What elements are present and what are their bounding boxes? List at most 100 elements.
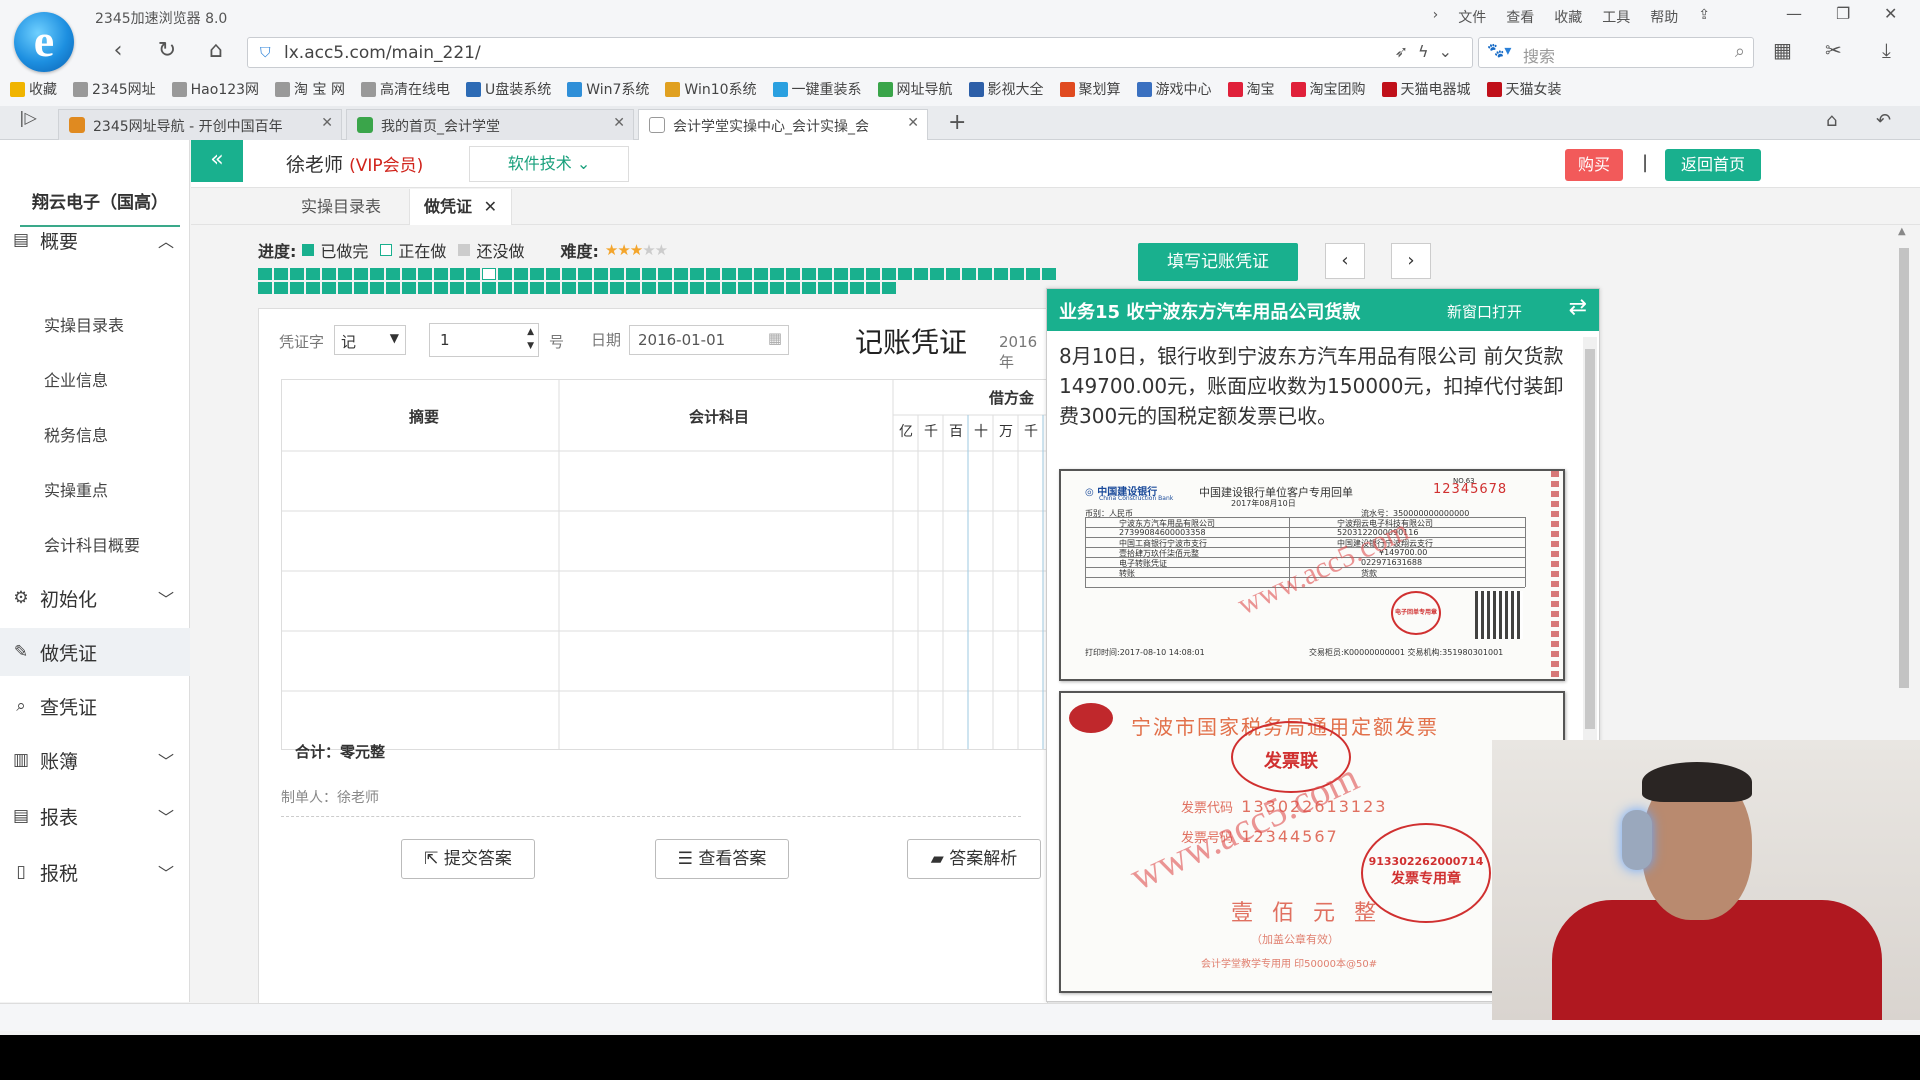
tab-close-icon[interactable]: ✕ [321,115,333,131]
progress-cell[interactable] [466,268,480,280]
progress-cell[interactable] [402,268,416,280]
sidebar-item-tax[interactable]: ▯ 报税 ﹀ [0,848,190,896]
back-icon[interactable]: ‹ [104,38,132,63]
bookmark-item[interactable]: 网址导航 [877,79,953,99]
progress-cell[interactable] [882,268,896,280]
progress-cell[interactable] [306,268,320,280]
tab-close-icon[interactable]: ✕ [613,115,625,131]
progress-cell[interactable] [322,282,336,294]
progress-cell[interactable] [562,282,576,294]
bookmark-item[interactable]: 天猫女装 [1486,79,1562,99]
software-tech-dropdown[interactable]: 软件技术 ⌄ [469,146,629,182]
progress-cell[interactable] [658,282,672,294]
bank-receipt-image[interactable]: ◎ 中国建设银行 China Construction Bank 中国建设银行单… [1059,469,1565,681]
progress-cell[interactable] [722,268,736,280]
progress-cell[interactable] [898,268,912,280]
url-text[interactable]: lx.acc5.com/main_221/ [284,43,481,63]
progress-cell[interactable] [530,282,544,294]
sidebar-item-reports[interactable]: ▤ 报表 ﹀ [0,792,190,840]
progress-cell[interactable] [514,268,528,280]
search-engine-icon[interactable]: 🐾▾ [1487,43,1511,59]
progress-cell[interactable] [626,268,640,280]
calendar-icon[interactable]: ▦ [768,329,782,347]
progress-cell[interactable] [578,282,592,294]
progress-cell[interactable] [370,282,384,294]
progress-cell[interactable] [530,268,544,280]
progress-cell[interactable] [786,282,800,294]
progress-cell[interactable] [626,282,640,294]
progress-cell[interactable] [290,282,304,294]
url-bar[interactable]: ⛉ lx.acc5.com/main_221/ ➶ϟ⌄ [247,37,1473,68]
progress-cell[interactable] [866,268,880,280]
menu-help[interactable]: 帮助 [1650,7,1678,27]
progress-cell[interactable] [722,282,736,294]
tab-2345[interactable]: 2345网址导航 - 开创中国百年 ✕ [58,109,342,140]
open-new-window-link[interactable]: 新窗口打开 [1447,301,1522,322]
menu-tools[interactable]: 工具 [1602,7,1630,27]
progress-cell[interactable] [482,282,496,294]
progress-cell[interactable] [418,282,432,294]
tab-make-voucher[interactable]: 做凭证 ✕ [409,189,512,225]
menu-view[interactable]: 查看 [1506,7,1534,27]
progress-cell[interactable] [642,282,656,294]
progress-cell[interactable] [354,282,368,294]
progress-cell[interactable] [866,282,880,294]
progress-cell[interactable] [802,282,816,294]
progress-cell[interactable] [690,268,704,280]
sidebar-item-make-voucher[interactable]: ✎ 做凭证 [0,628,190,676]
progress-cell[interactable] [978,268,992,280]
scissors-icon[interactable]: ✂ [1825,38,1842,62]
bookmark-item[interactable]: 聚划算 [1059,79,1121,99]
progress-cell[interactable] [450,282,464,294]
bookmark-item[interactable]: 游戏中心 [1136,79,1212,99]
bookmark-item[interactable]: 2345网址 [73,79,156,99]
business-scroll-thumb[interactable] [1585,349,1595,729]
progress-cell[interactable] [914,268,928,280]
scroll-up-icon[interactable]: ▲ [1898,226,1906,237]
bookmark-item[interactable]: 高清在线电 [360,79,450,99]
progress-cell[interactable] [482,268,496,280]
progress-cell[interactable] [658,268,672,280]
progress-cell[interactable] [818,282,832,294]
bookmark-item[interactable]: 淘宝 [1227,79,1275,99]
bookmark-item[interactable]: U盘装系统 [465,79,551,99]
sidebar-item-overview[interactable]: ▤ 概要 ︿ [0,216,190,264]
prev-button[interactable]: ‹ [1325,243,1365,279]
bookmark-item[interactable]: Win7系统 [567,79,649,99]
progress-cell[interactable] [498,282,512,294]
stepper-icon[interactable]: ▲ ▼ [527,325,534,353]
progress-cell[interactable] [706,268,720,280]
sidebar-sub-tax-info[interactable]: 税务信息 [44,422,108,446]
progress-cell[interactable] [674,268,688,280]
quota-invoice-image[interactable]: 宁波市国家税务局通用定额发票 发票联 发票代码 133022613123 发票号… [1059,691,1565,993]
progress-cell[interactable] [290,268,304,280]
progress-cell[interactable] [754,282,768,294]
tab-catalog[interactable]: 实操目录表 [287,189,395,225]
progress-cell[interactable] [402,282,416,294]
undo-icon[interactable]: ↶ [1876,110,1891,131]
progress-cell[interactable] [738,282,752,294]
progress-cell[interactable] [338,282,352,294]
collapse-sidebar-button[interactable]: « [191,140,243,182]
sidebar-item-ledger[interactable]: ▥ 账簿 ﹀ [0,736,190,784]
close-icon[interactable]: ✕ [484,197,497,216]
progress-cell[interactable] [642,268,656,280]
sidebar-item-init[interactable]: ⚙ 初始化 ﹀ [0,574,190,622]
progress-cell[interactable] [546,282,560,294]
progress-cell[interactable] [882,282,896,294]
bookmark-item[interactable]: 天猫电器城 [1381,79,1471,99]
sidebar-sub-key-points[interactable]: 实操重点 [44,477,108,501]
progress-cell[interactable] [418,268,432,280]
toolbox-icon[interactable]: ⌂ [1826,110,1837,131]
fill-voucher-button[interactable]: 填写记账凭证 [1138,243,1298,281]
progress-cell[interactable] [258,282,272,294]
bookmark-item[interactable]: 淘宝团购 [1290,79,1366,99]
progress-cell[interactable] [594,268,608,280]
progress-cell[interactable] [706,282,720,294]
progress-cell[interactable] [610,268,624,280]
menu-favorites[interactable]: 收藏 [1554,7,1582,27]
progress-cell[interactable] [386,282,400,294]
close-icon[interactable]: ✕ [1884,4,1897,23]
menu-file[interactable]: 文件 [1458,7,1486,27]
sidebar-sub-catalog[interactable]: 实操目录表 [44,312,124,336]
